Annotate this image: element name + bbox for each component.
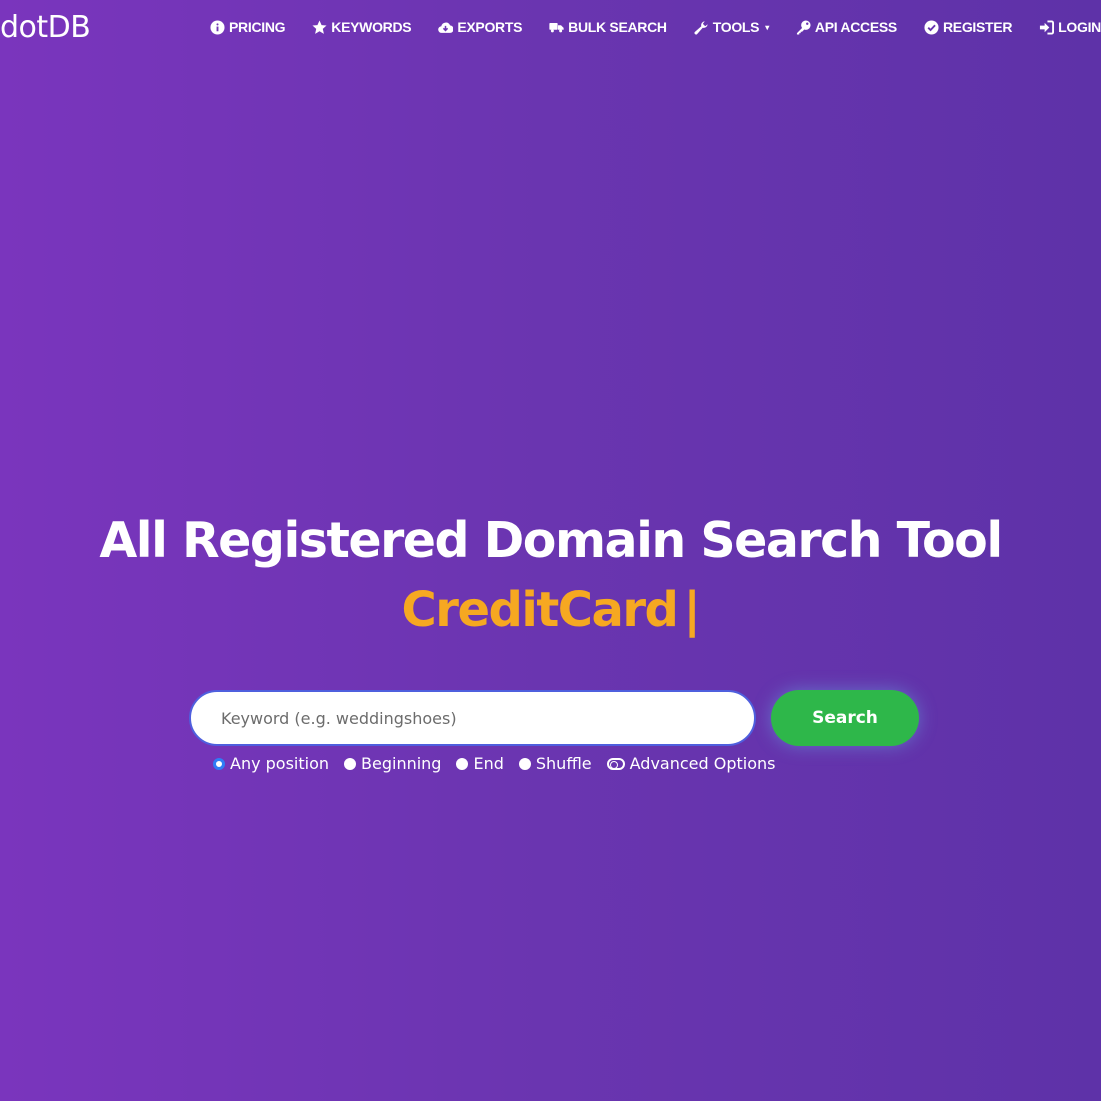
radio-beginning[interactable] [344, 757, 357, 770]
option-end-label: End [473, 754, 504, 773]
nav-pricing-label: PRICING [229, 19, 286, 35]
nav-bulk-search-label: BULK SEARCH [568, 19, 667, 35]
option-shuffle[interactable]: Shuffle [518, 754, 592, 773]
truck-icon [549, 20, 564, 35]
nav-keywords-label: KEYWORDS [331, 19, 412, 35]
nav-login-label: LOGIN [1058, 19, 1101, 35]
nav-login[interactable]: LOGIN [1039, 19, 1101, 35]
option-any-position-label: Any position [230, 754, 330, 773]
advanced-options-toggle[interactable]: Advanced Options [606, 754, 776, 773]
advanced-options-label: Advanced Options [629, 754, 776, 773]
option-shuffle-label: Shuffle [535, 754, 592, 773]
nav-tools-label: TOOLS [712, 19, 760, 35]
option-any-position[interactable]: Any position [213, 754, 329, 773]
nav-register[interactable]: REGISTER [924, 19, 1012, 35]
cloud-download-icon [438, 20, 454, 35]
nav-keywords[interactable]: KEYWORDS [312, 19, 412, 35]
radio-shuffle[interactable] [518, 757, 531, 770]
main-nav: PRICING KEYWORDS EXPORTS BULK SEARCH TOO… [210, 19, 1101, 35]
option-beginning-label: Beginning [361, 754, 442, 773]
dotdb-logo[interactable]: dotDB [0, 10, 91, 45]
nav-api-access[interactable]: API ACCESS [796, 19, 897, 35]
info-circle-icon [210, 19, 225, 35]
chevron-down-icon: ▾ [765, 22, 769, 32]
radio-end[interactable] [456, 757, 469, 770]
nav-exports-label: EXPORTS [457, 19, 523, 35]
check-circle-icon [924, 19, 939, 35]
search-position-options: Any position Beginning End Shuffle Advan… [213, 754, 775, 773]
option-end[interactable]: End [456, 754, 504, 773]
typing-cursor: | [683, 582, 701, 638]
key-icon [796, 19, 811, 35]
star-icon [312, 19, 327, 35]
nav-exports[interactable]: EXPORTS [438, 19, 522, 35]
option-beginning[interactable]: Beginning [344, 754, 441, 773]
nav-tools[interactable]: TOOLS ▾ [694, 19, 769, 35]
nav-bulk-search[interactable]: BULK SEARCH [549, 19, 667, 35]
toggle-icon[interactable] [606, 757, 625, 770]
wrench-icon [694, 20, 709, 35]
nav-api-access-label: API ACCESS [814, 19, 897, 35]
keyword-search-input[interactable] [189, 690, 756, 746]
typed-keyword-text: CreditCard [401, 582, 679, 638]
radio-any-position[interactable] [213, 757, 225, 770]
search-button[interactable]: Search [771, 690, 919, 746]
hero-title: All Registered Domain Search Tool [99, 512, 1003, 569]
top-navbar: dotDB PRICING KEYWORDS EXPORTS BULK SEAR… [0, 0, 1101, 60]
nav-pricing[interactable]: PRICING [210, 19, 286, 35]
sign-in-icon [1039, 19, 1055, 35]
typed-keyword: CreditCard | [0, 582, 1101, 638]
nav-register-label: REGISTER [942, 19, 1013, 35]
